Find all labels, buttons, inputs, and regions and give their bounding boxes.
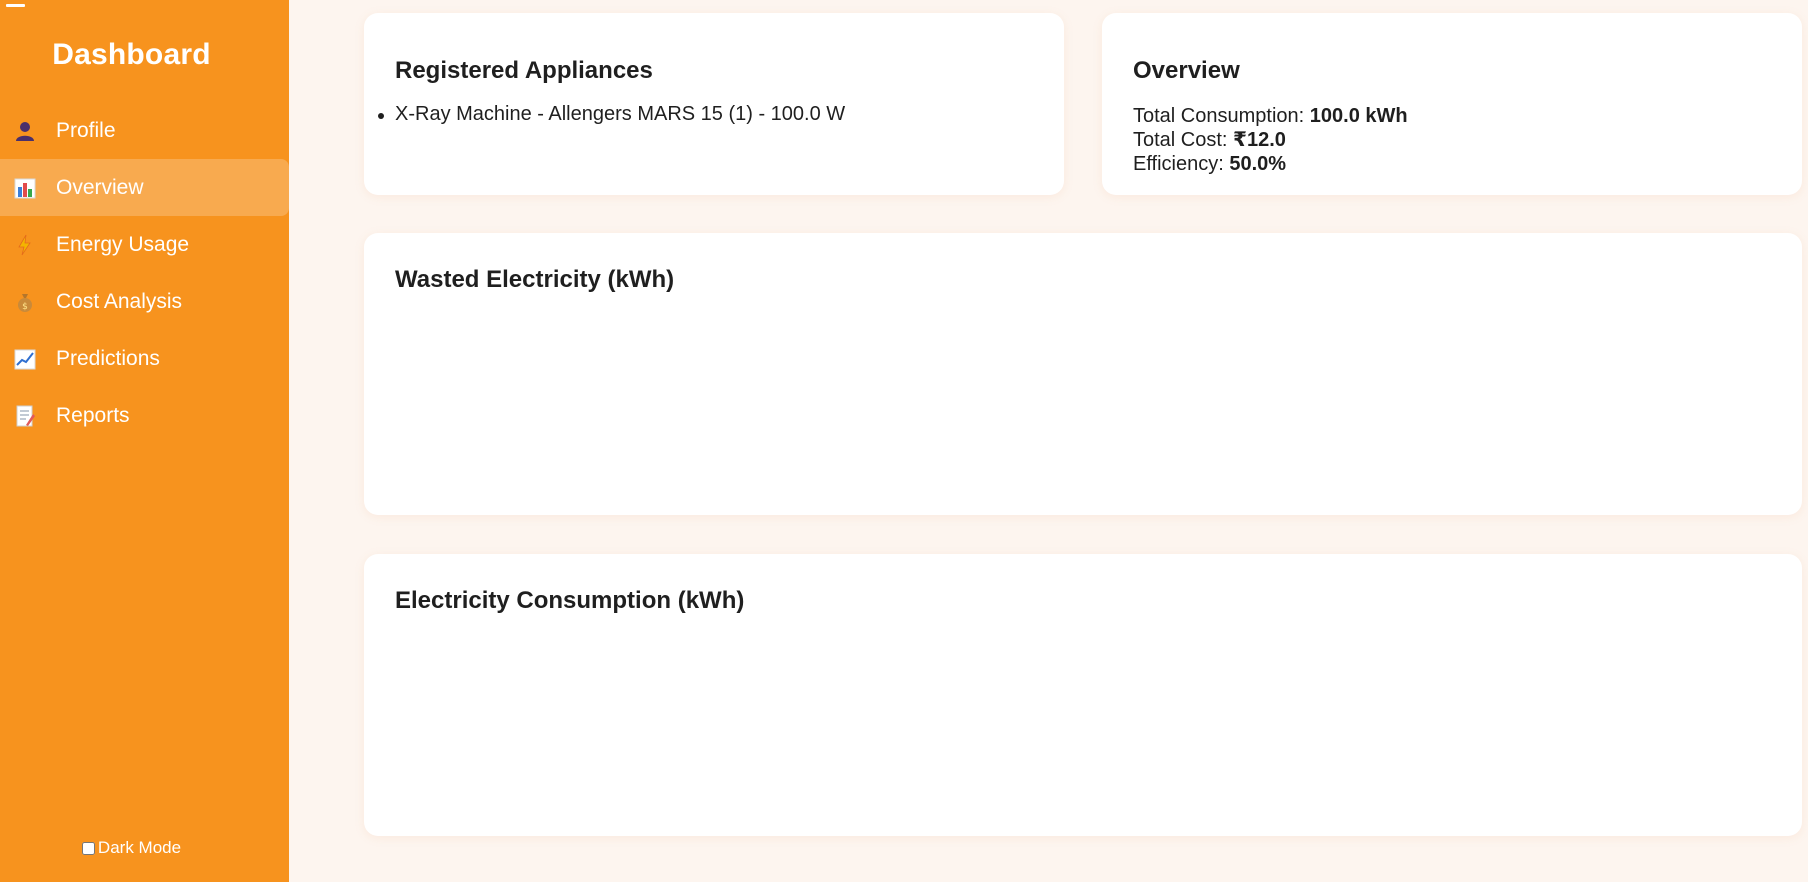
sidebar-title: Dashboard xyxy=(52,38,211,71)
overview-card: Overview Total Consumption: 100.0 kWh To… xyxy=(1102,13,1802,195)
overview-stats: Total Consumption: 100.0 kWh Total Cost:… xyxy=(1133,104,1408,176)
sidebar-item-label: Profile xyxy=(56,118,116,142)
total-consumption-value: 100.0 kWh xyxy=(1309,105,1408,127)
sidebar-item-reports[interactable]: Reports xyxy=(0,387,289,444)
wasted-electricity-card: Wasted Electricity (kWh) xyxy=(364,233,1802,515)
list-item: X-Ray Machine - Allengers MARS 15 (1) - … xyxy=(377,103,846,125)
total-cost-label: Total Cost: xyxy=(1133,129,1234,151)
electricity-consumption-title: Electricity Consumption (kWh) xyxy=(395,587,745,614)
sidebar: Dashboard Profile Overview Energy Usage … xyxy=(0,0,289,882)
lightning-icon xyxy=(14,234,36,256)
efficiency: Efficiency: 50.0% xyxy=(1133,152,1408,176)
sidebar-item-label: Cost Analysis xyxy=(56,289,183,313)
sidebar-item-predictions[interactable]: Predictions xyxy=(0,330,289,387)
overview-title: Overview xyxy=(1133,57,1240,84)
registered-appliances-title: Registered Appliances xyxy=(395,57,653,84)
total-consumption: Total Consumption: 100.0 kWh xyxy=(1133,104,1408,128)
sidebar-item-label: Predictions xyxy=(56,346,160,370)
total-consumption-label: Total Consumption: xyxy=(1133,105,1310,127)
registered-appliances-card: Registered Appliances X-Ray Machine - Al… xyxy=(364,13,1064,195)
sidebar-item-energy-usage[interactable]: Energy Usage xyxy=(0,216,289,273)
total-cost-value: ₹12.0 xyxy=(1233,129,1286,151)
electricity-consumption-chart xyxy=(395,634,1771,816)
efficiency-value: 50.0% xyxy=(1229,153,1287,175)
menu-toggle-icon[interactable] xyxy=(6,4,25,7)
electricity-consumption-card: Electricity Consumption (kWh) xyxy=(364,554,1802,836)
dark-mode-checkbox[interactable] xyxy=(81,841,95,855)
wasted-electricity-chart xyxy=(395,313,1771,495)
total-cost: Total Cost: ₹12.0 xyxy=(1133,128,1408,152)
bar-chart-icon xyxy=(14,177,36,199)
sidebar-item-overview[interactable]: Overview xyxy=(0,159,289,216)
sidebar-item-profile[interactable]: Profile xyxy=(0,102,289,159)
sidebar-item-label: Reports xyxy=(56,403,130,427)
memo-icon xyxy=(14,405,36,427)
trend-chart-icon xyxy=(14,348,36,370)
sidebar-nav: Profile Overview Energy Usage $ Cost Ana… xyxy=(0,102,289,444)
sidebar-item-label: Overview xyxy=(56,175,144,199)
appliance-list: X-Ray Machine - Allengers MARS 15 (1) - … xyxy=(377,103,846,126)
wasted-electricity-title: Wasted Electricity (kWh) xyxy=(395,266,675,293)
user-icon xyxy=(14,120,36,142)
sidebar-item-cost-analysis[interactable]: $ Cost Analysis xyxy=(0,273,289,330)
sidebar-item-label: Energy Usage xyxy=(56,232,190,256)
money-bag-icon: $ xyxy=(14,291,36,313)
dark-mode-toggle[interactable]: Dark Mode xyxy=(0,838,263,858)
efficiency-label: Efficiency: xyxy=(1133,153,1230,175)
svg-text:$: $ xyxy=(22,302,28,312)
dark-mode-label: Dark Mode xyxy=(97,838,182,857)
